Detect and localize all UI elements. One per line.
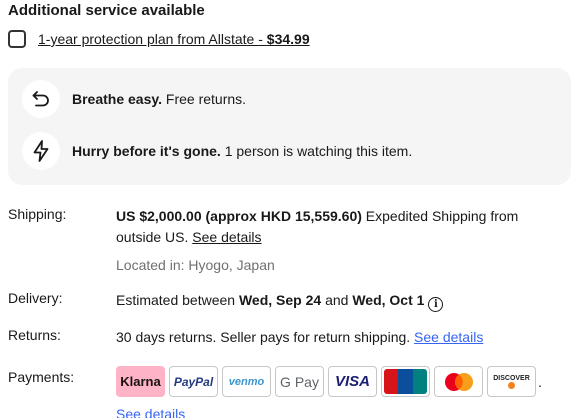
protection-plan-checkbox[interactable] [8, 30, 26, 48]
shipping-price: US $2,000.00 (approx HKD 15,559.60) [116, 208, 362, 224]
payments-label: Payments: [8, 369, 75, 385]
protection-plan-link[interactable]: 1-year protection plan from Allstate - $… [38, 31, 310, 47]
highlight-watchers: Hurry before it's gone. 1 person is watc… [22, 132, 412, 170]
highlights-panel: Breathe easy. Free returns. Hurry before… [8, 68, 571, 185]
returns-section: Returns: 30 days returns. Seller pays fo… [8, 327, 571, 349]
payments-label-row: Payments: [8, 369, 108, 391]
returns-text: 30 days returns. Seller pays for return … [116, 329, 415, 345]
venmo-logo: venmo [222, 366, 271, 397]
item-location: Located in: Hyogo, Japan [116, 257, 275, 273]
paypal-logo: PayPal [169, 366, 218, 397]
shipping-label: Shipping: [8, 206, 67, 222]
lightning-icon [22, 132, 60, 170]
delivery-start-date: Wed, Sep 24 [238, 292, 322, 308]
payments-see-details-link[interactable]: See details [116, 406, 185, 418]
discover-dot-icon [508, 381, 515, 389]
protection-plan-option[interactable]: 1-year protection plan from Allstate - $… [8, 30, 310, 48]
klarna-logo: Klarna [116, 366, 165, 397]
delivery-section: Delivery: Estimated between Wed, Sep 24 … [8, 290, 571, 312]
returns-label: Returns: [8, 327, 61, 343]
delivery-end-date: Wed, Oct 1 [352, 292, 425, 308]
google-pay-logo: G Pay [275, 366, 324, 397]
discover-logo: DISCOVER [487, 366, 536, 397]
highlight-free-returns: Breathe easy. Free returns. [22, 80, 246, 118]
payments-trailing-dot: . [538, 373, 542, 390]
protection-plan-price: $34.99 [266, 31, 310, 47]
payment-methods: Klarna PayPal venmo G Pay VISA DISCOVER … [116, 366, 542, 397]
info-icon[interactable]: i [428, 297, 444, 312]
visa-logo: VISA [328, 366, 377, 397]
shipping-section: Shipping: US $2,000.00 (approx HKD 15,55… [8, 206, 571, 276]
additional-service-title: Additional service available [8, 2, 205, 19]
delivery-label: Delivery: [8, 290, 63, 306]
returns-see-details-link[interactable]: See details [414, 329, 483, 345]
unionpay-logo [381, 366, 430, 397]
mastercard-logo [434, 366, 483, 397]
shipping-see-details-link[interactable]: See details [192, 229, 261, 245]
return-arrow-icon [22, 80, 60, 118]
